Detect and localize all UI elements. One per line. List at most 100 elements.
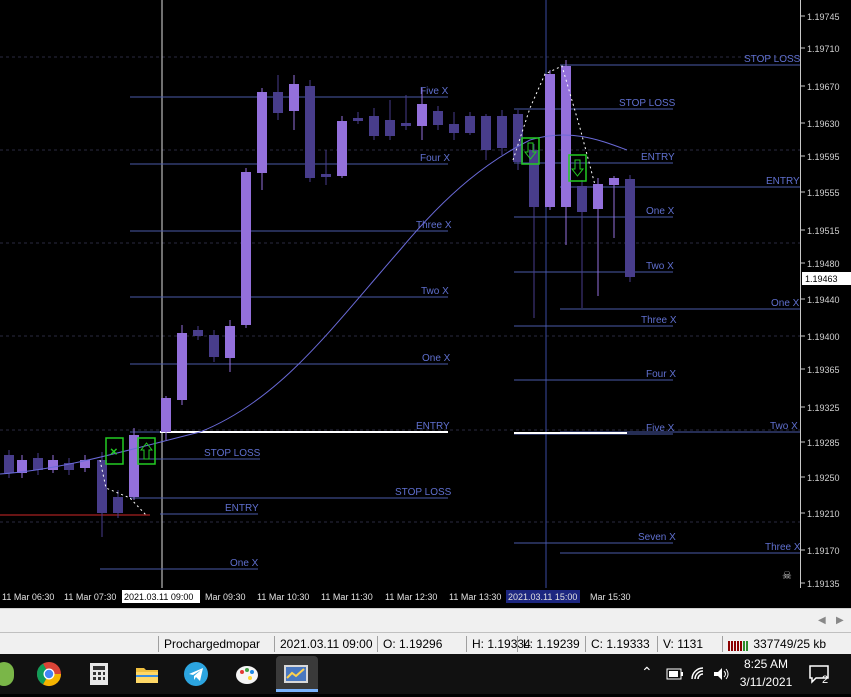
status-volume: V: 1131 xyxy=(657,636,723,652)
signal-sell-icon xyxy=(568,154,587,182)
arrow-down-icon xyxy=(570,159,585,177)
time-axis: 11 Mar 06:30 11 Mar 07:30 2021.03.11 09:00… xyxy=(0,588,851,608)
time-tick-label: 2021.03.11 15:00 xyxy=(508,592,577,602)
candle-body xyxy=(33,458,43,470)
candle-body xyxy=(577,186,587,212)
price-tick-label: 1.19745 xyxy=(807,12,840,22)
candle-body xyxy=(609,178,619,185)
trading-terminal-icon[interactable] xyxy=(276,656,318,692)
time-tick-label: Mar 09:30 xyxy=(205,592,246,602)
price-axis: 1.19745 1.19710 1.19670 1.19630 1.19595 1.195… xyxy=(800,0,851,589)
price-tick-label: 1.19515 xyxy=(807,226,840,236)
candle-body xyxy=(561,66,571,207)
status-open: O: 1.19296 xyxy=(377,636,467,652)
level-label: Four X xyxy=(646,369,676,380)
signal-close-icon: × xyxy=(105,437,124,465)
candle-body xyxy=(241,172,251,325)
partial-app-icon[interactable] xyxy=(0,662,14,686)
candle-body xyxy=(257,92,267,173)
level-label: ENTRY xyxy=(766,176,800,187)
level-label: ENTRY xyxy=(225,503,259,514)
signal-box xyxy=(137,437,156,465)
candle-body xyxy=(113,497,123,513)
file-explorer-icon[interactable] xyxy=(133,660,161,688)
candle-body xyxy=(417,104,427,126)
candle-body xyxy=(193,330,203,336)
clock-time[interactable]: 8:25 AM xyxy=(736,657,796,671)
level-label: STOP LOSS xyxy=(395,487,452,498)
tray-chevron-icon[interactable]: ⌃ xyxy=(641,664,653,681)
level-label: Three X xyxy=(765,542,800,553)
price-tick-label: 1.19710 xyxy=(807,44,840,54)
candle-body xyxy=(401,123,411,126)
level-label: Five X xyxy=(420,86,449,97)
scroll-right-icon[interactable]: ▶ xyxy=(836,615,844,626)
candle-body xyxy=(4,455,14,473)
candle-body xyxy=(305,86,315,178)
price-tick-label: 1.19595 xyxy=(807,152,840,162)
signal-box xyxy=(568,154,587,182)
calculator-icon[interactable] xyxy=(85,660,113,688)
candle-body xyxy=(433,111,443,125)
price-chart[interactable]: Five X Four X Three X Two X One X ENTRY STOP L… xyxy=(0,0,800,588)
telegram-icon[interactable] xyxy=(182,660,210,688)
status-profile: Prochargedmopar xyxy=(158,636,274,652)
time-tick-label: 11 Mar 11:30 xyxy=(321,592,373,602)
scroll-left-icon[interactable]: ◀ xyxy=(818,615,826,626)
candle-body xyxy=(369,116,379,136)
level-label: STOP LOSS xyxy=(744,54,800,65)
candle-body xyxy=(209,335,219,357)
level-label: One X xyxy=(230,558,259,569)
price-tick-label: 1.19210 xyxy=(807,509,840,519)
candle-body xyxy=(321,174,331,177)
price-tick-label: 1.19630 xyxy=(807,119,840,129)
level-label: Two X xyxy=(421,286,449,297)
level-label: ENTRY xyxy=(641,152,675,163)
connection-bars-icon xyxy=(728,640,748,651)
candle-body xyxy=(465,116,475,133)
time-tick-label: 11 Mar 06:30 xyxy=(2,592,54,602)
candle-body xyxy=(337,121,347,176)
price-tick-label: 1.19325 xyxy=(807,403,840,413)
battery-icon[interactable] xyxy=(666,667,684,681)
candle-body xyxy=(273,92,283,113)
paint-icon[interactable] xyxy=(233,660,261,688)
level-label: Two X xyxy=(646,261,674,272)
wifi-icon[interactable] xyxy=(690,666,706,682)
candle-body xyxy=(353,118,363,121)
level-label: Three X xyxy=(641,315,677,326)
candle-body xyxy=(289,84,299,111)
level-label: ENTRY xyxy=(416,421,450,432)
price-tick-label: 1.19670 xyxy=(807,82,840,92)
expert-advisor-icon: ☠ xyxy=(782,569,792,582)
candle-body xyxy=(48,460,58,470)
time-tick-label: Mar 15:30 xyxy=(590,592,631,602)
time-tick-label: 11 Mar 10:30 xyxy=(257,592,309,602)
candle-body xyxy=(497,116,507,148)
candle-body xyxy=(481,116,491,150)
price-tick-label: 1.19400 xyxy=(807,332,840,342)
level-label: Two X xyxy=(770,421,798,432)
time-tick-label: 11 Mar 12:30 xyxy=(385,592,437,602)
level-label: One X xyxy=(422,353,451,364)
windows-taskbar: ⌃ 8:25 AM 3/11/2021 2 xyxy=(0,654,851,694)
level-label: STOP LOSS xyxy=(204,448,261,459)
candle-body xyxy=(593,184,603,209)
volume-icon[interactable] xyxy=(712,666,730,682)
price-tick-label: 1.19440 xyxy=(807,295,840,305)
price-tick-label: 1.19170 xyxy=(807,546,840,556)
price-tick-label: 1.19250 xyxy=(807,473,840,483)
signal-x-glyph: × xyxy=(110,444,118,459)
current-price-label: 1.19463 xyxy=(805,274,838,284)
level-label: One X xyxy=(771,298,800,309)
clock-date[interactable]: 3/11/2021 xyxy=(736,675,796,689)
status-time: 2021.03.11 09:00 xyxy=(274,636,378,652)
candle-body xyxy=(625,179,635,277)
candle-body xyxy=(225,326,235,358)
time-tick-label: 2021.03.11 09:00 xyxy=(124,592,193,602)
candle-body xyxy=(161,398,171,432)
time-tick-label: 11 Mar 07:30 xyxy=(64,592,116,602)
level-label: STOP LOSS xyxy=(619,98,676,109)
chrome-icon[interactable] xyxy=(35,660,63,688)
candle-body xyxy=(177,333,187,400)
